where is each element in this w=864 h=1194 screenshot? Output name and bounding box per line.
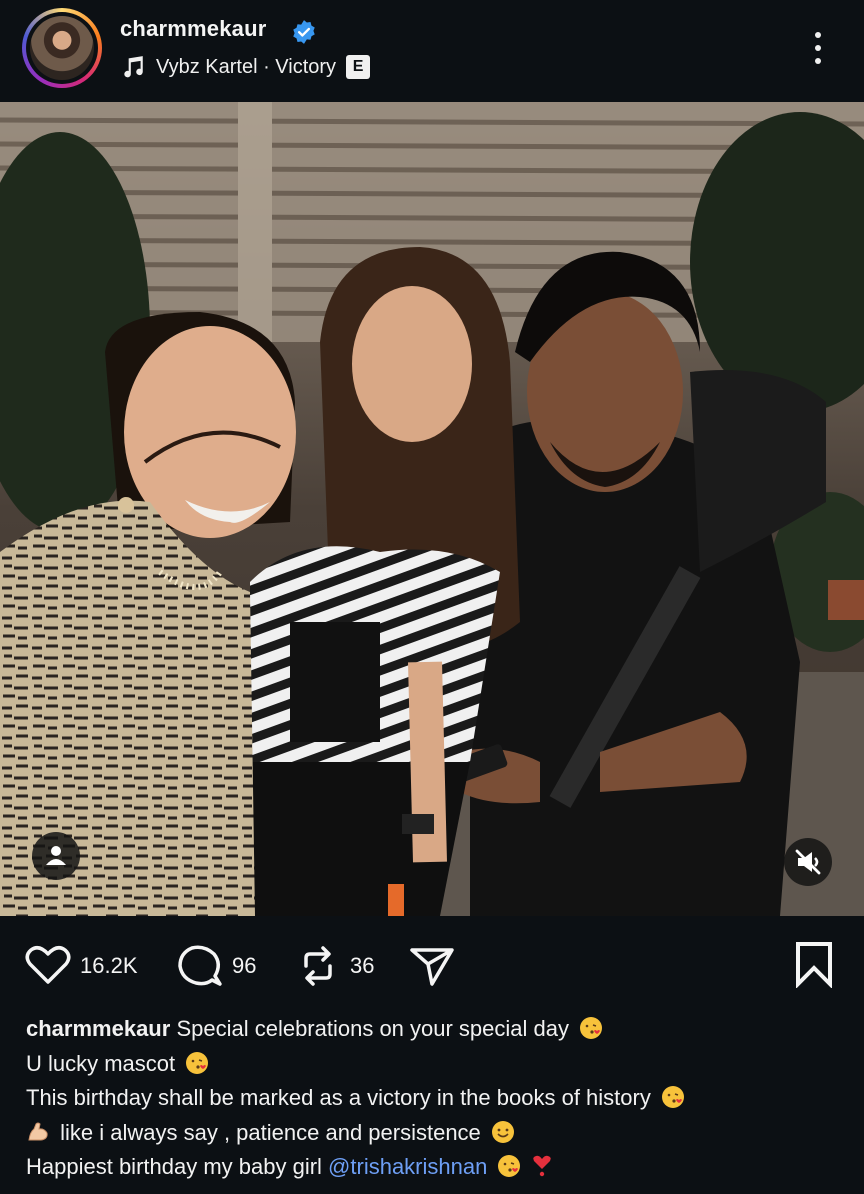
like-count[interactable]: 16.2K <box>80 953 138 979</box>
caption-text: Special celebrations on your special day <box>176 1016 569 1041</box>
comment-count: 96 <box>232 953 257 978</box>
explicit-badge: E <box>346 55 371 79</box>
flexed-biceps-icon <box>28 1122 48 1140</box>
profile-avatar[interactable] <box>22 8 102 88</box>
kissing-face-icon <box>580 1017 603 1039</box>
verified-badge-icon <box>293 20 315 44</box>
repost-icon <box>304 946 332 986</box>
audio-track[interactable]: Vybz Kartel · Victory E <box>120 54 371 80</box>
heart-icon <box>25 946 71 984</box>
caption-text: like i always say , patience and persist… <box>60 1119 481 1145</box>
post-header: charmmekaur Vybz Kartel · Victory E <box>0 0 864 100</box>
mute-icon <box>795 849 821 875</box>
kissing-face-icon <box>498 1155 521 1177</box>
repost-button[interactable]: 36 <box>292 942 374 990</box>
heart-exclamation-icon <box>532 1155 551 1177</box>
caption-text: Happiest birthday my baby girl <box>26 1154 322 1179</box>
post-photo <box>0 102 864 916</box>
avatar-photo <box>30 16 94 80</box>
comment-button[interactable]: 96 <box>174 942 256 990</box>
audio-title: Vybz Kartel · Victory <box>156 55 337 78</box>
smiling-face-icon <box>491 1120 514 1143</box>
caption-line: U lucky mascot <box>26 1047 846 1082</box>
post-username[interactable]: charmmekaur <box>120 16 267 42</box>
like-button[interactable]: 16.2K <box>22 942 138 990</box>
caption-username[interactable]: charmmekaur <box>26 1016 170 1041</box>
avatar-inner <box>26 12 98 84</box>
save-bookmark-icon[interactable] <box>790 940 838 988</box>
music-note-icon <box>124 56 143 78</box>
caption-line: like i always say , patience and persist… <box>26 1116 846 1151</box>
kissing-face-icon <box>186 1051 209 1074</box>
caption-line: Happiest birthday my baby girl @trishakr… <box>26 1150 846 1185</box>
post-actions-bar: 16.2K 96 36 <box>0 916 864 1012</box>
caption-mention-link[interactable]: @trishakrishnan <box>328 1154 487 1179</box>
repost-count: 36 <box>350 953 375 978</box>
mute-toggle-button[interactable] <box>784 838 832 886</box>
caption-text: This birthday shall be marked as a victo… <box>26 1085 651 1110</box>
caption-line: This birthday shall be marked as a victo… <box>26 1081 846 1116</box>
share-button[interactable] <box>406 942 458 990</box>
post-media[interactable] <box>0 102 864 916</box>
caption-text: U lucky mascot <box>26 1050 176 1076</box>
tagged-users-button[interactable] <box>32 832 80 880</box>
caption-line: charmmekaur Special celebrations on your… <box>26 1012 846 1047</box>
more-options-icon[interactable] <box>806 28 830 68</box>
share-icon <box>410 948 454 986</box>
post-caption: charmmekaur Special celebrations on your… <box>26 1012 846 1185</box>
comment-icon <box>178 945 222 986</box>
tagged-user-icon <box>46 846 66 865</box>
kissing-face-icon <box>661 1086 684 1108</box>
